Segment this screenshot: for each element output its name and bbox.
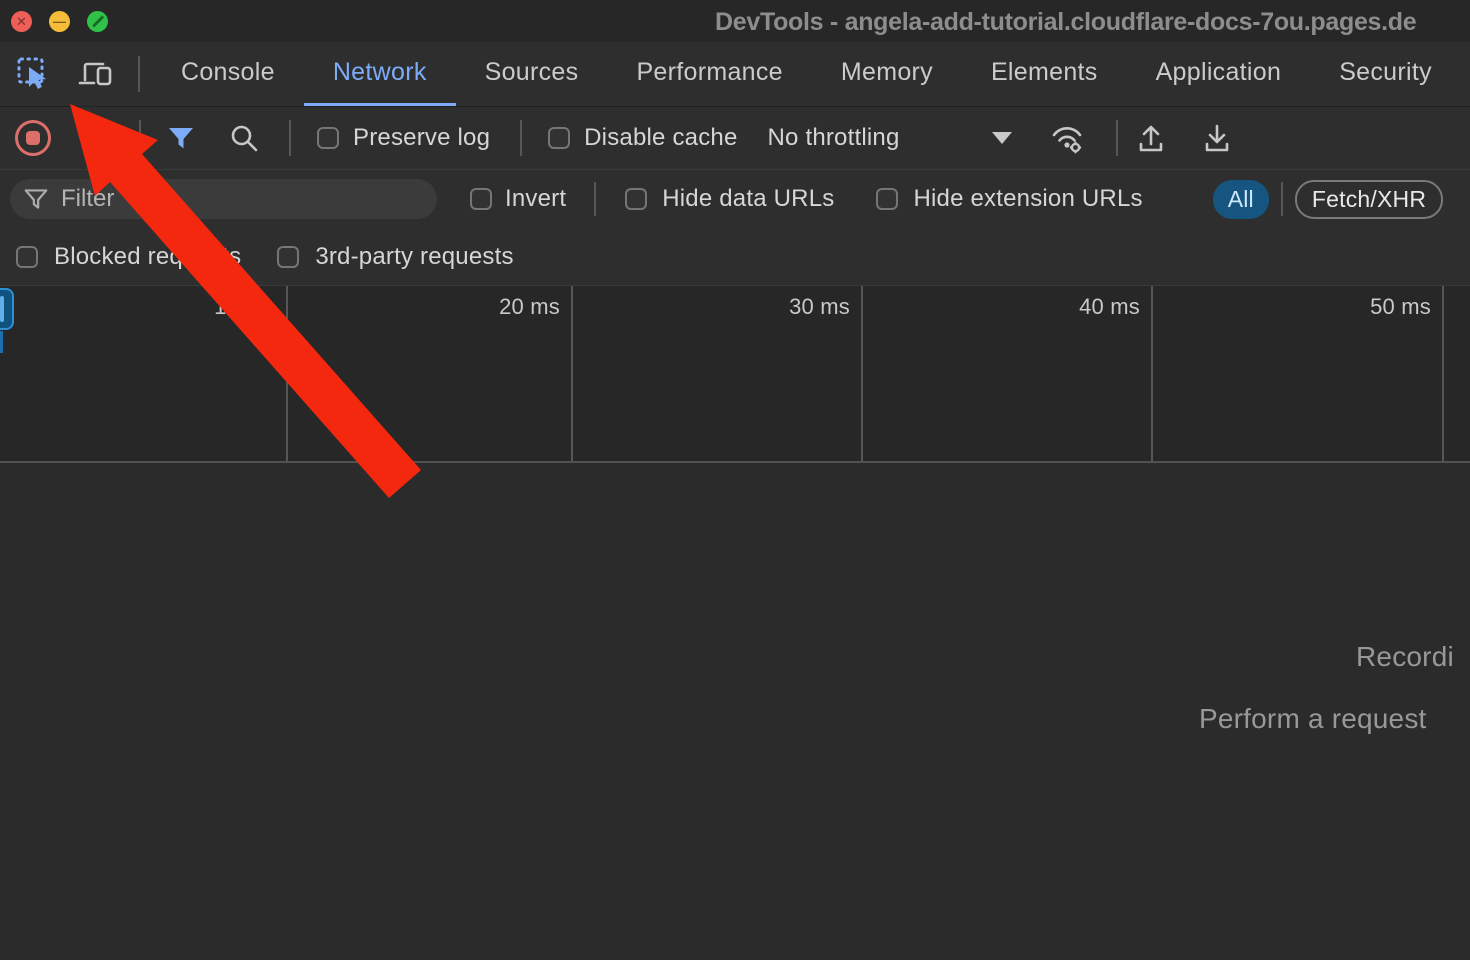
invert-label: Invert <box>505 185 566 213</box>
toggle-device-toolbar-button[interactable] <box>76 54 116 94</box>
timeline-gridline <box>571 286 573 461</box>
disable-cache-checkbox[interactable] <box>548 127 570 149</box>
tab-application[interactable]: Application <box>1127 42 1311 106</box>
tab-network[interactable]: Network <box>304 42 456 106</box>
hide-extension-urls-checkbox[interactable] <box>876 188 898 210</box>
network-overview-timeline[interactable]: 10 ms 20 ms 30 ms 40 ms 50 ms <box>0 285 1470 463</box>
export-har-button[interactable] <box>1202 122 1232 154</box>
request-type-chip-fetch-xhr[interactable]: Fetch/XHR <box>1295 180 1443 219</box>
import-har-button[interactable] <box>1136 122 1166 154</box>
overview-selection-handle[interactable] <box>0 288 14 330</box>
filter-input[interactable] <box>61 185 423 213</box>
devtools-tab-bar: Console Network Sources Performance Memo… <box>0 42 1470 106</box>
inspect-element-button[interactable] <box>14 54 54 94</box>
toolbar-separator <box>520 120 522 156</box>
device-toolbar-icon <box>77 56 115 92</box>
requests-panel-empty: Recordi Perform a request <box>0 463 1470 958</box>
throttling-value: No throttling <box>768 124 900 152</box>
search-network-button[interactable] <box>229 123 259 153</box>
perform-request-hint-text: Perform a request <box>1199 703 1427 735</box>
toolbar-separator <box>139 120 141 156</box>
download-icon <box>1202 122 1232 154</box>
filter-row: Invert Hide data URLs Hide extension URL… <box>0 170 1470 228</box>
disable-cache-label: Disable cache <box>584 124 737 152</box>
stop-recording-button[interactable] <box>15 120 51 156</box>
funnel-outline-icon <box>24 187 48 211</box>
close-window-button[interactable]: ✕ <box>11 11 32 32</box>
filter-toggle-button[interactable] <box>167 125 195 151</box>
timeline-tick-50ms: 50 ms <box>1370 294 1431 320</box>
timeline-tick-20ms: 20 ms <box>499 294 560 320</box>
third-party-requests-checkbox[interactable] <box>277 246 299 268</box>
zoom-window-button[interactable] <box>87 11 108 32</box>
timeline-gridline <box>286 286 288 461</box>
filter-field[interactable] <box>10 179 437 219</box>
tabbar-separator <box>138 56 140 92</box>
toolbar-separator <box>289 120 291 156</box>
window-title: DevTools - angela-add-tutorial.cloudflar… <box>715 8 1470 37</box>
inspect-cursor-icon <box>16 56 52 92</box>
third-party-requests-label: 3rd-party requests <box>315 243 513 271</box>
hide-data-urls-label: Hide data URLs <box>662 185 834 213</box>
recording-status-text: Recordi <box>1356 641 1454 673</box>
filter-separator <box>594 182 596 216</box>
timeline-tick-10ms: 10 ms <box>214 294 275 320</box>
upload-icon <box>1136 122 1166 154</box>
network-toolbar: Preserve log Disable cache No throttling <box>0 106 1470 170</box>
preserve-log-checkbox[interactable] <box>317 127 339 149</box>
overview-selection-edge <box>0 331 3 353</box>
timeline-gridline <box>861 286 863 461</box>
blocked-requests-checkbox[interactable] <box>16 246 38 268</box>
timeline-gridline <box>1151 286 1153 461</box>
tab-performance[interactable]: Performance <box>607 42 811 106</box>
toolbar-separator <box>1116 120 1118 156</box>
timeline-tick-40ms: 40 ms <box>1079 294 1140 320</box>
chevron-down-icon <box>992 132 1012 144</box>
throttling-dropdown[interactable]: No throttling <box>768 124 1012 152</box>
network-conditions-button[interactable] <box>1050 121 1086 155</box>
tab-console[interactable]: Console <box>152 42 304 106</box>
timeline-gridline <box>1442 286 1444 461</box>
preserve-log-label: Preserve log <box>353 124 490 152</box>
blocked-requests-label: Blocked requests <box>54 243 241 271</box>
invert-checkbox[interactable] <box>470 188 492 210</box>
hide-extension-urls-label: Hide extension URLs <box>913 185 1142 213</box>
tab-security[interactable]: Security <box>1310 42 1461 106</box>
more-filters-row: Blocked requests 3rd-party requests <box>0 228 1470 285</box>
clear-network-log-button[interactable] <box>81 124 109 152</box>
minimize-window-button[interactable]: — <box>49 11 70 32</box>
record-stop-icon <box>26 131 40 145</box>
search-icon <box>229 123 259 153</box>
title-bar: ✕ — DevTools - angela-add-tutorial.cloud… <box>0 0 1470 42</box>
tab-elements[interactable]: Elements <box>962 42 1127 106</box>
window-controls: ✕ — <box>11 11 108 32</box>
tab-sources[interactable]: Sources <box>456 42 608 106</box>
timeline-tick-30ms: 30 ms <box>789 294 850 320</box>
hide-data-urls-checkbox[interactable] <box>625 188 647 210</box>
request-type-chip-all[interactable]: All <box>1213 180 1269 219</box>
tab-memory[interactable]: Memory <box>812 42 962 106</box>
wifi-gear-icon <box>1050 121 1086 155</box>
filter-separator <box>1281 182 1283 216</box>
clear-icon <box>85 129 104 148</box>
funnel-filled-icon <box>167 125 195 151</box>
